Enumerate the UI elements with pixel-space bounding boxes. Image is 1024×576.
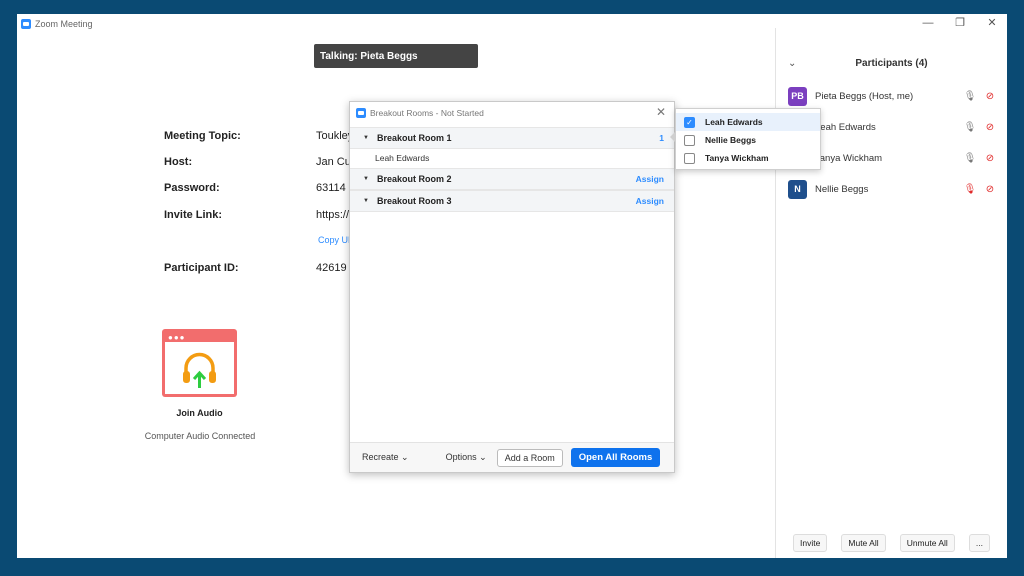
avatar: PB [788, 86, 807, 106]
invite-link-value: https:// [316, 209, 350, 221]
microphone-icon[interactable]: 🎙 [962, 153, 978, 164]
recreate-label: Recreate [362, 452, 399, 462]
participant-name: Pieta Beggs (Host, me) [815, 90, 914, 102]
breakout-room-row[interactable]: ▼ Breakout Room 3 Assign [350, 190, 674, 212]
talking-indicator: Talking: Pieta Beggs [314, 44, 478, 68]
participants-title: Participants (4) [855, 58, 928, 69]
avatar: N [788, 179, 807, 199]
window-title: Zoom Meeting [35, 19, 93, 29]
checkbox[interactable] [684, 152, 695, 164]
breakout-room-row[interactable]: ▼ Breakout Room 2 Assign [350, 168, 674, 190]
zoom-app-icon [356, 108, 366, 118]
assign-item[interactable]: Nellie Beggs [676, 131, 820, 149]
assign-item[interactable]: Tanya Wickham [676, 149, 820, 167]
options-label: Options [445, 452, 477, 462]
options-dropdown[interactable]: Options ⌄ [446, 452, 487, 463]
caret-down-icon[interactable]: ▼ [363, 198, 369, 204]
join-audio-button[interactable]: ●●● [162, 329, 237, 397]
meeting-topic-value: Toukley [316, 130, 354, 142]
participants-footer: Invite Mute All Unmute All ... [776, 534, 1007, 552]
participant-row[interactable]: N Nellie Beggs 🎙 ⊘ [788, 179, 998, 199]
invite-button[interactable]: Invite [793, 534, 828, 552]
password-label: Password: [164, 182, 220, 194]
video-off-icon[interactable]: ⊘ [982, 122, 998, 133]
assign-item[interactable]: ✓ Leah Edwards [676, 113, 820, 131]
invite-link-label: Invite Link: [164, 209, 223, 221]
add-room-button[interactable]: Add a Room [496, 448, 563, 467]
dialog-title-bar: Breakout Rooms - Not Started [356, 108, 484, 118]
participant-id-label: Participant ID: [164, 262, 239, 274]
video-off-icon[interactable]: ⊘ [982, 153, 998, 164]
close-icon[interactable]: ✕ [656, 105, 666, 119]
caret-down-icon[interactable]: ▼ [363, 135, 369, 141]
participant-row[interactable]: PB Pieta Beggs (Host, me) 🎙 ⊘ [788, 86, 998, 106]
assign-name: Nellie Beggs [705, 135, 757, 145]
participant-name: Tanya Wickham [815, 152, 883, 164]
caret-down-icon[interactable]: ▼ [363, 176, 369, 182]
unmute-all-button[interactable]: Unmute All [899, 534, 955, 552]
room-name: Breakout Room 1 [376, 133, 452, 143]
assign-name: Tanya Wickham [705, 153, 769, 163]
video-off-icon[interactable]: ⊘ [982, 184, 998, 195]
assign-participants-popup: ✓ Leah Edwards Nellie Beggs Tanya Wickha… [670, 108, 821, 170]
breakout-room-row[interactable]: ▼ Breakout Room 1 1 [350, 127, 674, 149]
participant-name: Leah Edwards [815, 121, 876, 133]
join-audio-label: Join Audio [176, 408, 223, 418]
video-off-icon[interactable]: ⊘ [982, 91, 998, 102]
dialog-footer: Recreate ⌄ Options ⌄ Add a Room Open All… [350, 442, 674, 472]
dialog-title: Breakout Rooms - Not Started [370, 108, 484, 118]
participant-id-value: 42619 [316, 262, 347, 274]
recreate-dropdown[interactable]: Recreate ⌄ [362, 452, 409, 463]
more-button[interactable]: ... [968, 534, 990, 552]
microphone-muted-icon[interactable]: 🎙 [962, 184, 978, 195]
room-name: Breakout Room 2 [376, 174, 452, 184]
breakout-rooms-dialog: Breakout Rooms - Not Started ✕ ▼ Breakou… [349, 101, 675, 473]
assign-button[interactable]: Assign [636, 196, 664, 206]
zoom-app-icon [21, 19, 31, 29]
chevron-down-icon: ⌄ [479, 452, 487, 462]
chevron-down-icon: ⌄ [401, 452, 409, 462]
open-all-rooms-button[interactable]: Open All Rooms [570, 448, 661, 467]
checkbox[interactable] [684, 134, 695, 146]
password-value: 63114 [316, 182, 346, 194]
meeting-topic-label: Meeting Topic: [164, 130, 241, 142]
mute-all-button[interactable]: Mute All [841, 534, 886, 552]
room-count: 1 [659, 133, 664, 143]
audio-status: Computer Audio Connected [144, 431, 256, 441]
host-value: Jan Cu [316, 156, 351, 168]
room-name: Breakout Room 3 [376, 196, 452, 206]
headphones-icon [165, 342, 234, 394]
window-dots-icon: ●●● [168, 333, 186, 342]
microphone-icon[interactable]: 🎙 [962, 91, 978, 102]
microphone-icon[interactable]: 🎙 [962, 122, 978, 133]
assign-button[interactable]: Assign [636, 174, 664, 184]
room-member: Leah Edwards [375, 153, 430, 163]
host-label: Host: [164, 156, 193, 168]
checkbox-checked[interactable]: ✓ [684, 116, 695, 128]
participant-name: Nellie Beggs [815, 183, 869, 195]
assign-name: Leah Edwards [705, 117, 763, 127]
